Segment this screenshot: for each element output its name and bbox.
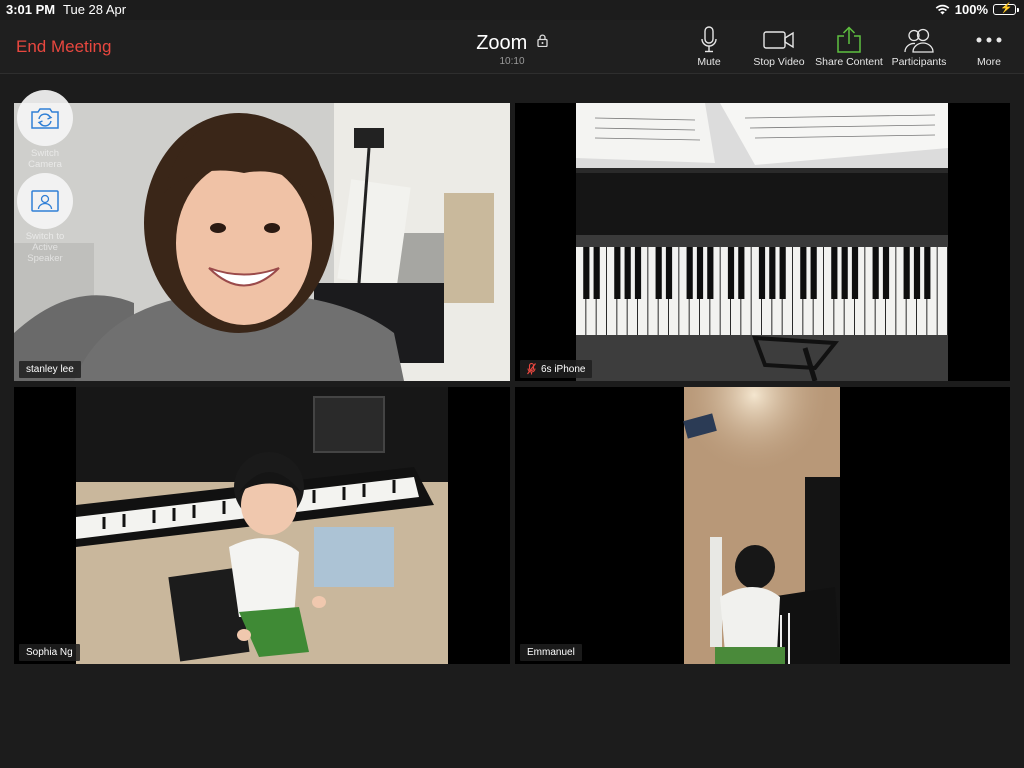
more-label: More xyxy=(977,56,1001,68)
meeting-title: Zoom xyxy=(476,32,528,54)
participant-name: Emmanuel xyxy=(527,647,575,658)
participants-icon xyxy=(904,28,934,53)
switch-speaker-label: Switch to Active Speaker xyxy=(25,231,65,264)
battery-percent: 100% xyxy=(954,2,988,17)
status-bar: 3:01 PM Tue 28 Apr 100% ⚡ xyxy=(0,0,1024,20)
switch-speaker-button[interactable]: Switch to Active Speaker xyxy=(16,173,74,264)
mute-label: Mute xyxy=(697,56,721,68)
share-content-button[interactable]: Share Content xyxy=(814,20,884,73)
participant-name-tag: Sophia Ng xyxy=(19,644,80,661)
participant-video xyxy=(515,387,1010,664)
video-tile-stanley-lee[interactable]: stanley lee xyxy=(14,103,510,381)
participant-video xyxy=(515,103,1010,381)
share-upload-icon xyxy=(837,26,861,53)
participant-name: Sophia Ng xyxy=(26,647,73,658)
participant-name-tag: Emmanuel xyxy=(520,644,582,661)
stop-video-button[interactable]: Stop Video xyxy=(744,20,814,73)
lock-icon[interactable] xyxy=(537,34,548,47)
switch-camera-button[interactable]: Switch Camera xyxy=(16,90,74,170)
video-tile-sophia-ng[interactable]: Sophia Ng xyxy=(14,387,510,664)
participants-label: Participants xyxy=(891,56,947,68)
switch-speaker-circle[interactable] xyxy=(17,173,73,229)
status-right: 100% ⚡ xyxy=(935,2,1019,17)
muted-microphone-icon xyxy=(527,363,536,375)
participant-name-tag: stanley lee xyxy=(19,361,81,378)
video-camera-icon xyxy=(763,31,794,49)
toolbar-buttons: Mute Stop Video Share Content Participan… xyxy=(674,20,1024,73)
participants-button[interactable]: Participants xyxy=(884,20,954,73)
share-content-label: Share Content xyxy=(815,56,883,68)
mute-button[interactable]: Mute xyxy=(674,20,744,73)
switch-camera-label: Switch Camera xyxy=(28,148,62,170)
participant-name-tag: 6s iPhone xyxy=(520,360,593,378)
participant-name: 6s iPhone xyxy=(541,363,586,375)
video-tile-emmanuel[interactable]: Emmanuel xyxy=(515,387,1010,664)
battery-icon: ⚡ xyxy=(993,3,1019,15)
stop-video-label: Stop Video xyxy=(753,56,805,68)
video-tile-6s-iphone[interactable]: 6s iPhone xyxy=(515,103,1010,381)
status-time: 3:01 PM xyxy=(6,2,56,17)
meeting-toolbar: End Meeting Zoom 10:10 Mute Stop Video S… xyxy=(0,20,1024,74)
participant-video xyxy=(14,103,510,381)
wifi-icon xyxy=(935,4,950,15)
status-date: Tue 28 Apr xyxy=(63,2,127,17)
switch-camera-icon xyxy=(31,108,59,129)
active-speaker-icon xyxy=(31,190,59,212)
more-button[interactable]: More xyxy=(954,20,1024,73)
participant-video xyxy=(14,387,510,664)
participant-name: stanley lee xyxy=(26,364,74,375)
switch-camera-circle[interactable] xyxy=(17,90,73,146)
microphone-icon xyxy=(701,26,717,53)
more-dots-icon xyxy=(976,37,1002,43)
